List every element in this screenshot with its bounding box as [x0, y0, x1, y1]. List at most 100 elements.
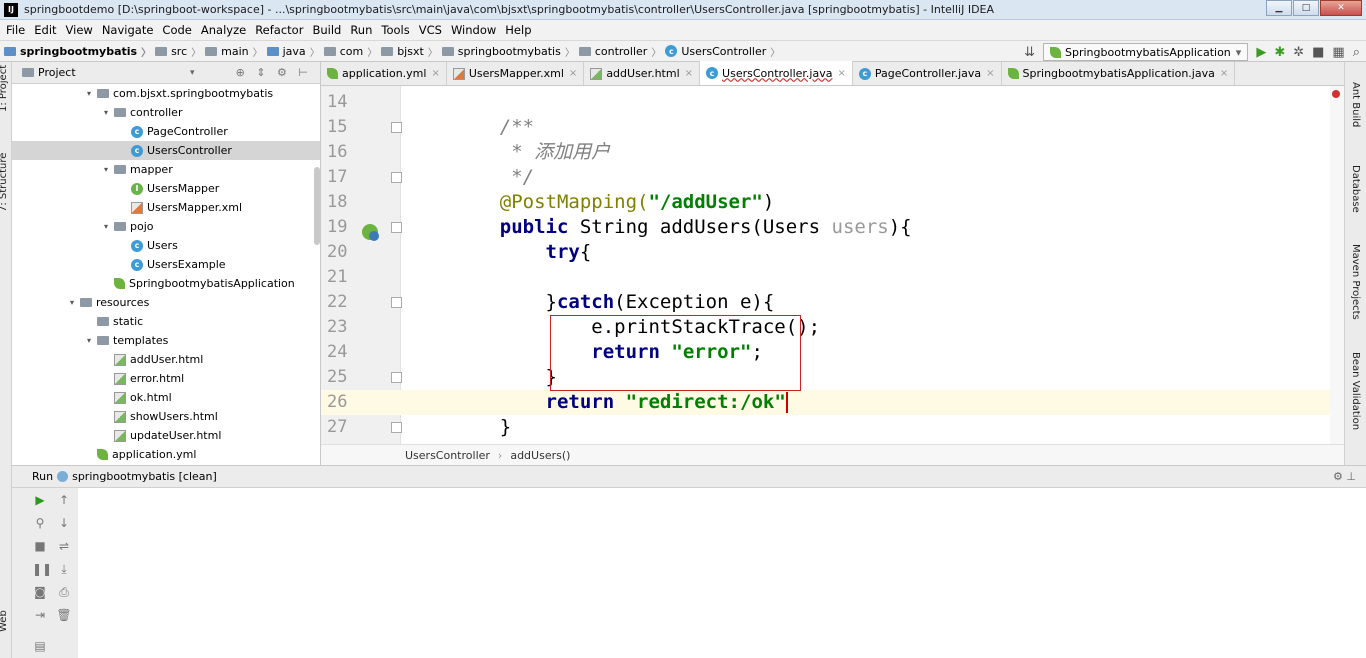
fold-marker-icon[interactable] [391, 372, 402, 383]
tree-item[interactable]: ▾ com.bjsxt.springbootmybatis [12, 84, 320, 103]
menu-help[interactable]: Help [505, 23, 531, 37]
chevron-icon[interactable]: ▾ [83, 89, 95, 98]
project-panel-title[interactable]: Project [38, 66, 76, 79]
search-icon[interactable]: ⌕ [1353, 45, 1360, 60]
database-tool-button[interactable]: Database [1350, 165, 1361, 213]
code-line[interactable]: 27 } [321, 415, 1344, 440]
panel-settings-icon[interactable]: ⚙ ⊥ [1333, 470, 1356, 483]
scroll-up-icon[interactable]: ↑ [56, 492, 72, 508]
tree-item[interactable]: ▾ mapper [12, 160, 320, 179]
error-indicator-icon[interactable] [1332, 90, 1340, 98]
layout-icon[interactable]: ▤ [32, 638, 48, 654]
tree-item[interactable]: error.html [12, 369, 320, 388]
code-line[interactable]: 16 * 添加用户 [321, 140, 1344, 165]
breadcrumb-class[interactable]: c UsersController 〉 [665, 44, 784, 59]
minimize-button[interactable]: ▁ [1266, 0, 1292, 16]
code-line[interactable]: 17 */ [321, 165, 1344, 190]
tree-item[interactable]: I UsersMapper [12, 179, 320, 198]
tree-item[interactable]: c PageController [12, 122, 320, 141]
chevron-icon[interactable]: ▾ [66, 298, 78, 307]
tree-item[interactable]: updateUser.html [12, 426, 320, 445]
breadcrumb-com[interactable]: com 〉 [323, 44, 382, 59]
ant-build-tool-button[interactable]: Ant Build [1350, 82, 1361, 127]
close-button[interactable]: ✕ [1320, 0, 1362, 16]
close-tab-icon[interactable]: × [837, 68, 845, 79]
fold-marker-icon[interactable] [391, 172, 402, 183]
scrollbar[interactable] [314, 167, 320, 245]
error-stripe[interactable] [1330, 86, 1344, 444]
spring-endpoint-icon[interactable] [361, 223, 381, 243]
code-line[interactable]: 14 [321, 90, 1344, 115]
fold-marker-icon[interactable] [391, 222, 402, 233]
tree-item[interactable]: c Users [12, 236, 320, 255]
web-tool-button[interactable]: Web [0, 610, 9, 632]
tree-item[interactable]: ▾ templates [12, 331, 320, 350]
breadcrumb-package[interactable]: springbootmybatis 〉 [441, 44, 579, 59]
chevron-icon[interactable]: ▾ [83, 336, 95, 345]
code-line[interactable]: 19 public String addUsers(Users users){ [321, 215, 1344, 240]
breadcrumb-bjsxt[interactable]: bjsxt 〉 [381, 44, 442, 59]
code-line[interactable]: 22 }catch(Exception e){ [321, 290, 1344, 315]
chevron-icon[interactable]: ▾ [100, 108, 112, 117]
editor-tab[interactable]: c UsersController.java × [700, 61, 853, 85]
menu-tools[interactable]: Tools [381, 23, 409, 37]
run-configuration-select[interactable]: SpringbootmybatisApplication ▾ [1043, 43, 1249, 61]
menu-build[interactable]: Build [312, 23, 341, 37]
rerun-icon[interactable]: ▶ [32, 492, 48, 508]
tree-item[interactable]: application.yml [12, 445, 320, 464]
tree-item[interactable]: UsersMapper.xml [12, 198, 320, 217]
tree-item[interactable]: c UsersExample [12, 255, 320, 274]
run-icon[interactable]: ▶ [1256, 45, 1266, 60]
chevron-down-icon[interactable]: ▾ [190, 68, 195, 78]
maximize-button[interactable]: □ [1293, 0, 1319, 16]
chevron-icon[interactable]: ▾ [100, 222, 112, 231]
debug-icon[interactable]: ✱ [1274, 45, 1285, 60]
tree-item[interactable]: static [12, 312, 320, 331]
code-line[interactable]: 18 @PostMapping("/addUser") [321, 190, 1344, 215]
print-icon[interactable]: ⎙ [56, 584, 72, 600]
pause-icon[interactable]: ❚❚ [32, 561, 52, 577]
editor-tab[interactable]: UsersMapper.xml × [447, 62, 585, 85]
editor-breadcrumb-method[interactable]: addUsers() [510, 449, 570, 462]
scroll-down-icon[interactable]: ↓ [56, 515, 72, 531]
editor-tab[interactable]: SpringbootmybatisApplication.java × [1002, 62, 1236, 85]
stop-icon[interactable]: ■ [32, 538, 48, 554]
menu-file[interactable]: File [6, 23, 25, 37]
editor-tab[interactable]: c PageController.java × [853, 62, 1002, 85]
tree-item[interactable]: ▾ controller [12, 103, 320, 122]
tree-item[interactable]: ok.html [12, 388, 320, 407]
breadcrumb-module[interactable]: springbootmybatis 〉 [4, 44, 155, 59]
tree-item[interactable]: ▾ pojo [12, 217, 320, 236]
code-line[interactable]: 21 [321, 265, 1344, 290]
close-tab-icon[interactable]: × [685, 68, 693, 79]
tree-item[interactable]: c UsersController [12, 141, 320, 160]
code-line[interactable]: 26 return "redirect:/ok" [321, 390, 1344, 415]
menu-code[interactable]: Code [162, 23, 191, 37]
code-line[interactable]: 25 } [321, 365, 1344, 390]
close-tab-icon[interactable]: × [986, 68, 994, 79]
project-structure-icon[interactable]: ▦ [1332, 45, 1344, 60]
maven-projects-tool-button[interactable]: Maven Projects [1350, 244, 1361, 320]
close-tab-icon[interactable]: × [431, 68, 439, 79]
menu-view[interactable]: View [66, 23, 93, 37]
fold-marker-icon[interactable] [391, 122, 402, 133]
menu-edit[interactable]: Edit [34, 23, 56, 37]
tree-item[interactable]: SpringbootmybatisApplication [12, 274, 320, 293]
structure-tool-button[interactable]: 7: Structure [0, 153, 9, 212]
chevron-icon[interactable]: ▾ [100, 165, 112, 174]
code-editor[interactable]: 14 15 /** 16 * 添加用户 17 */18 @PostMapping("/… [321, 86, 1344, 444]
editor-tab[interactable]: application.yml × [321, 62, 447, 85]
menu-analyze[interactable]: Analyze [201, 23, 246, 37]
trash-icon[interactable]: 🗑 [56, 607, 72, 623]
tree-item[interactable]: addUser.html [12, 350, 320, 369]
menu-navigate[interactable]: Navigate [102, 23, 154, 37]
close-tab-icon[interactable]: × [569, 68, 577, 79]
code-line[interactable]: 24 return "error"; [321, 340, 1344, 365]
menu-window[interactable]: Window [451, 23, 496, 37]
coverage-icon[interactable]: ✲ [1293, 45, 1304, 60]
menu-run[interactable]: Run [350, 23, 372, 37]
breadcrumb-controller[interactable]: controller 〉 [578, 44, 665, 59]
scroll-to-end-icon[interactable]: ⤓ [56, 561, 72, 577]
tree-item[interactable]: ▾ resources [12, 293, 320, 312]
tree-item[interactable]: showUsers.html [12, 407, 320, 426]
